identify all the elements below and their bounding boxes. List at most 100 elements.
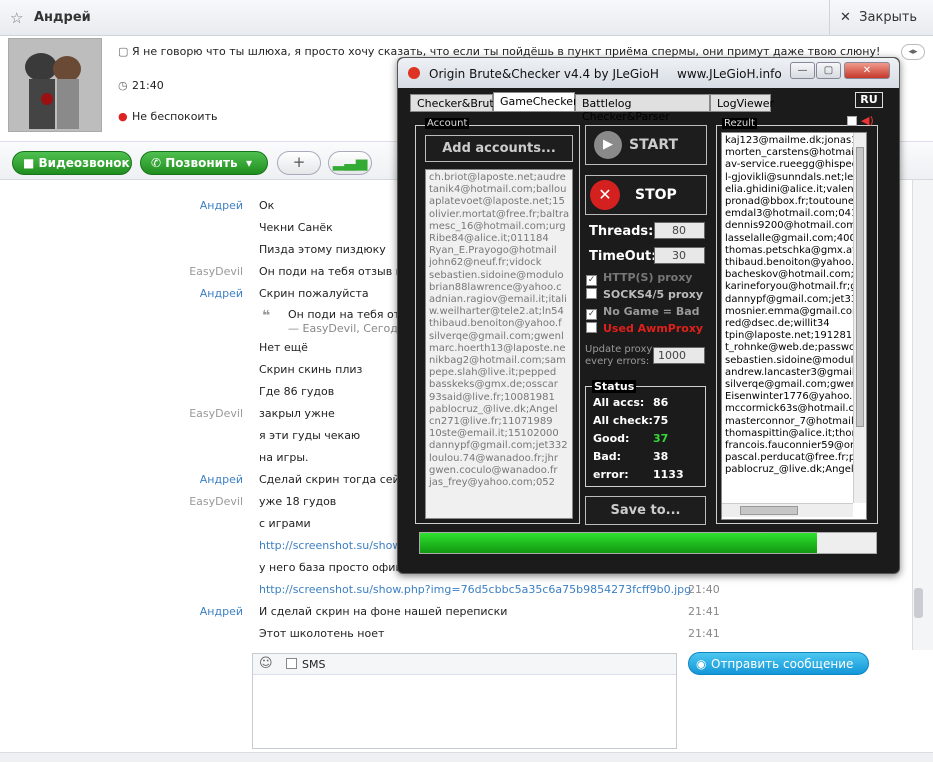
socks-proxy-option[interactable]: SOCKS4/5 proxy: [586, 288, 703, 301]
account-entry[interactable]: ch.briot@laposte.net;audre: [429, 172, 569, 184]
account-entry[interactable]: thibaud.benoiton@yahoo.f: [429, 318, 569, 330]
emoticon-icon[interactable]: ☺: [259, 656, 273, 671]
tab-logviewer[interactable]: LogViewer: [710, 94, 774, 112]
message-link[interactable]: http://screenshot.su/show.php?img=76d5cb…: [259, 583, 691, 596]
language-button[interactable]: RU: [855, 92, 883, 108]
tab-checker-brute[interactable]: Checker&Brute: [410, 94, 500, 112]
account-entry[interactable]: adnian.ragiov@email.it;itali: [429, 294, 569, 306]
rezult-scrollbar-thumb[interactable]: [856, 147, 864, 427]
http-proxy-option[interactable]: ✓ HTTP(S) proxy: [586, 271, 692, 286]
account-entry[interactable]: nikbag2@hotmail.com;sam: [429, 355, 569, 367]
account-entry[interactable]: Ribe84@alice.it;011184: [429, 233, 569, 245]
rezult-entry[interactable]: pronad@bbox.fr;toutoune: [725, 196, 854, 208]
account-entry[interactable]: john62@neuf.fr;vidock: [429, 257, 569, 269]
rezult-entry[interactable]: thomas.petschka@gmx.at: [725, 245, 856, 257]
rezult-entry[interactable]: lasselalle@gmail.com;4004: [725, 233, 862, 245]
http-proxy-checkbox[interactable]: ✓: [586, 275, 597, 286]
socks-proxy-checkbox[interactable]: [586, 288, 597, 299]
account-entry[interactable]: silverqe@gmail.com;gwenl: [429, 331, 569, 343]
window-close-button[interactable]: ✕: [844, 62, 890, 79]
save-to-button[interactable]: Save to...: [585, 496, 706, 525]
account-entry[interactable]: sebastien.sidoine@modulo: [429, 270, 569, 282]
no-game-option[interactable]: ✓ No Game = Bad: [586, 305, 700, 320]
account-entry[interactable]: 93said@live.fr;10081981: [429, 392, 569, 404]
account-entry[interactable]: cn271@live.fr;11071989: [429, 416, 569, 428]
rezult-hscrollbar[interactable]: [722, 503, 853, 517]
rezult-entry[interactable]: tpin@laposte.net;191281: [725, 330, 852, 342]
video-call-button[interactable]: ■ Видеозвонок: [12, 151, 132, 175]
rezult-entry[interactable]: andrew.lancaster3@gmail.: [725, 367, 858, 379]
account-entry[interactable]: jas_frey@yahoo.com;052: [429, 477, 569, 489]
rezult-hscrollbar-thumb[interactable]: [740, 506, 798, 515]
mood-scroll-arrows[interactable]: ◂▸: [901, 44, 925, 60]
rezult-entry[interactable]: silverqe@gmail.com;gwenl: [725, 379, 860, 391]
minimize-button[interactable]: —: [790, 62, 815, 79]
message-compose-box[interactable]: ☺ SMS: [252, 653, 677, 749]
start-button[interactable]: ▶ START: [585, 125, 707, 165]
rezult-entry[interactable]: l-gjovikli@sunndals.net;lee: [725, 172, 859, 184]
account-entry[interactable]: pepe.slah@live.it;pepped: [429, 367, 569, 379]
rezult-entry[interactable]: av-service.rueegg@hispee: [725, 159, 858, 171]
chat-scrollbar[interactable]: [912, 180, 933, 650]
account-entry[interactable]: tanik4@hotmail.com;ballou: [429, 184, 569, 196]
rezult-entry[interactable]: karineforyou@hotmail.fr;gu: [725, 281, 863, 293]
rezult-entry[interactable]: francois.fauconnier59@ora: [725, 440, 860, 452]
maximize-button[interactable]: ▢: [816, 62, 841, 79]
sound-icon[interactable]: ◀): [861, 114, 874, 127]
call-button[interactable]: ✆ Позвонить ▾: [140, 151, 268, 175]
rezult-entry[interactable]: bacheskov@hotmail.com;r: [725, 269, 858, 281]
rezult-entry[interactable]: elia.ghidini@alice.it;valenti: [725, 184, 860, 196]
account-entry[interactable]: gwen.coculo@wanadoo.fr: [429, 465, 569, 477]
account-entry[interactable]: w.weilharter@tele2.at;ln54: [429, 306, 569, 318]
chevron-down-icon[interactable]: ▾: [246, 156, 252, 170]
rezult-scrollbar[interactable]: [853, 133, 866, 503]
account-entry[interactable]: olivier.mortat@free.fr;baltra: [429, 209, 569, 221]
send-message-button[interactable]: ◉ Отправить сообщение: [688, 652, 869, 675]
accounts-list[interactable]: ch.briot@laposte.net;audre tanik4@hotmail…: [425, 169, 573, 519]
tab-gamechecker[interactable]: GameChecker: [493, 92, 577, 112]
rezult-entry[interactable]: masterconnor_7@hotmail.c: [725, 416, 862, 428]
threads-input[interactable]: 80: [654, 222, 705, 239]
rezult-entry[interactable]: kaj123@mailme.dk;jonas1: [725, 135, 858, 147]
favorite-star-icon[interactable]: ☆: [10, 9, 23, 27]
rezult-entry[interactable]: thibaud.benoiton@yahoo.f: [725, 257, 858, 269]
sms-checkbox[interactable]: [286, 658, 297, 669]
message-link[interactable]: http://screenshot.su/show.p: [259, 539, 411, 552]
account-entry[interactable]: marc.hoerth13@laposte.ne: [429, 343, 569, 355]
rezult-entry[interactable]: dannypf@gmail.com;jet332: [725, 294, 864, 306]
rezult-entry[interactable]: sebastien.sidoine@modulo: [725, 355, 860, 367]
account-entry[interactable]: 10ste@email.it;15102000: [429, 428, 569, 440]
account-entry[interactable]: basskeks@gmx.de;osscar: [429, 379, 569, 391]
account-entry[interactable]: pablocruz_@live.dk;Angel: [429, 404, 569, 416]
rezult-list[interactable]: kaj123@mailme.dk;jonas1 morten_carstens@h…: [721, 132, 867, 520]
awm-proxy-option[interactable]: Used AwmProxy: [586, 322, 703, 335]
rezult-entry[interactable]: mosnier.emma@gmail.com: [725, 306, 862, 318]
call-quality-icon[interactable]: ▂▃▅: [328, 151, 372, 175]
rezult-entry[interactable]: morten_carstens@hotmail.: [725, 147, 860, 159]
account-entry[interactable]: mesc_16@hotmail.com;urg: [429, 221, 569, 233]
rezult-entry[interactable]: emdal3@hotmail.com;0412: [725, 208, 864, 220]
rezult-entry[interactable]: Eisenwinter1776@yahoo.c: [725, 391, 858, 403]
add-participant-button[interactable]: +: [277, 151, 321, 175]
close-button[interactable]: ✕ Закрыть: [829, 0, 933, 36]
rezult-entry[interactable]: mccormick63s@hotmail.co: [725, 403, 860, 415]
account-entry[interactable]: dannypf@gmail.com;jet332: [429, 440, 569, 452]
rezult-entry[interactable]: pascal.perducat@free.fr;pe: [725, 452, 861, 464]
chat-scrollbar-thumb[interactable]: [914, 588, 923, 618]
no-game-checkbox[interactable]: ✓: [586, 309, 597, 320]
rezult-entry[interactable]: pablocruz_@live.dk;Angel: [725, 464, 854, 476]
rezult-entry[interactable]: red@dsec.de;willit34: [725, 318, 852, 330]
update-proxy-input[interactable]: 1000: [653, 347, 705, 364]
rezult-entry[interactable]: thomaspittin@alice.it;thom: [725, 428, 861, 440]
account-entry[interactable]: Ryan_E.Prayogo@hotmail: [429, 245, 569, 257]
awm-proxy-checkbox[interactable]: [586, 322, 597, 333]
stop-button[interactable]: ✕ STOP: [585, 175, 707, 215]
tab-battlelog[interactable]: Battlelog Checker&Parser: [575, 94, 710, 123]
add-accounts-button[interactable]: Add accounts...: [425, 135, 573, 162]
rezult-entry[interactable]: t_rohnke@web.de;passwo: [725, 342, 855, 354]
rezult-checkbox[interactable]: [847, 116, 857, 126]
account-entry[interactable]: loulou.74@wanadoo.fr;jhr: [429, 453, 569, 465]
account-entry[interactable]: brian88lawrence@yahoo.c: [429, 282, 569, 294]
timeout-input[interactable]: 30: [654, 247, 705, 264]
account-entry[interactable]: aplatevoet@laposte.net;15: [429, 196, 569, 208]
